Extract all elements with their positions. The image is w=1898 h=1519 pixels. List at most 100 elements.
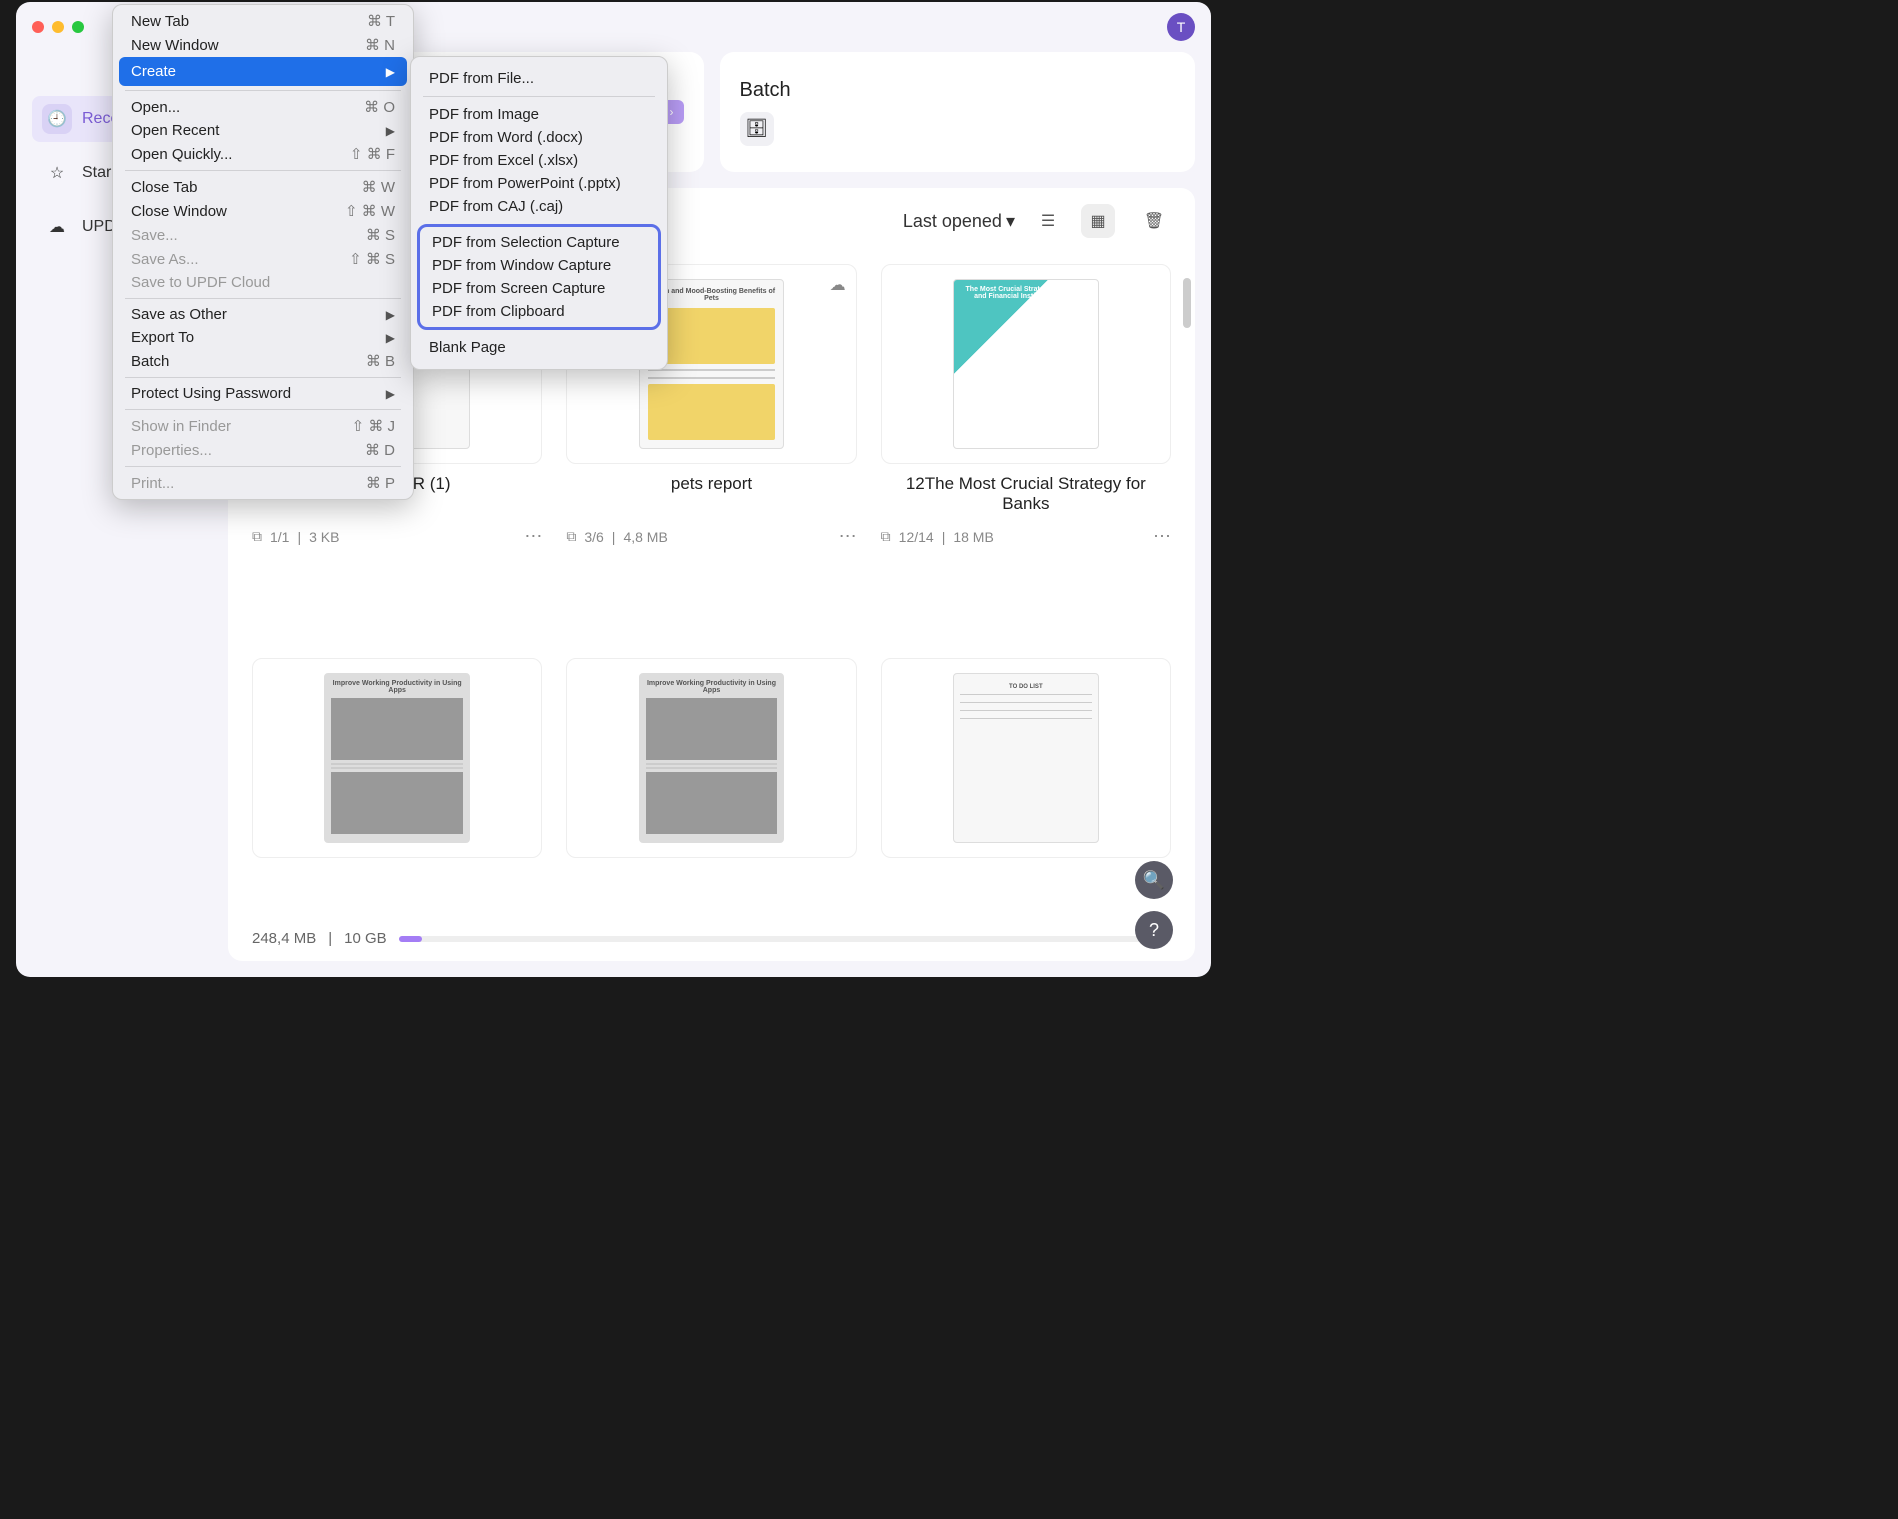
pages-icon: ⧉: [566, 528, 576, 545]
submenu-item[interactable]: PDF from Window Capture: [420, 254, 658, 277]
menu-item-label: Save to UPDF Cloud: [131, 274, 270, 291]
search-fab[interactable]: 🔍: [1135, 861, 1173, 899]
cloud-icon: ☁: [42, 212, 72, 242]
submenu-item[interactable]: PDF from PowerPoint (.pptx): [411, 172, 667, 195]
sort-dropdown[interactable]: Last opened ▾: [903, 211, 1015, 232]
pages-icon: ⧉: [252, 528, 262, 545]
menu-shortcut: ⌘ N: [365, 36, 395, 54]
batch-card[interactable]: Batch 🗄: [720, 52, 1196, 172]
submenu-item[interactable]: PDF from Word (.docx): [411, 126, 667, 149]
submenu-item[interactable]: PDF from Screen Capture: [420, 277, 658, 300]
clock-icon: 🕘: [42, 104, 72, 134]
capture-options-highlight: PDF from Selection CapturePDF from Windo…: [417, 224, 661, 330]
grid-view-button[interactable]: ▦: [1081, 204, 1115, 238]
menu-shortcut: ⇧ ⌘ W: [345, 202, 395, 220]
menu-item-close-tab[interactable]: Close Tab⌘ W: [113, 175, 413, 199]
menu-item-open[interactable]: Open... ⌘ O: [113, 95, 413, 119]
minimize-window-button[interactable]: [52, 21, 64, 33]
doc-meta: ⧉ 1/1 | 3 KB ⋯: [252, 526, 542, 547]
menu-item-label: Batch: [131, 353, 169, 370]
menu-shortcut: ⌘ B: [366, 352, 395, 370]
doc-size: 4,8 MB: [623, 529, 667, 545]
trash-button[interactable]: 🗑: [1137, 204, 1171, 238]
menu-item-label: Close Window: [131, 203, 227, 220]
doc-pages: 3/6: [584, 529, 603, 545]
menu-item-label: Print...: [131, 475, 174, 492]
chevron-right-icon: ▶: [386, 124, 395, 138]
doc-thumbnail: TO DO LIST: [881, 658, 1171, 858]
submenu-item[interactable]: PDF from Image: [411, 103, 667, 126]
menu-item-save-as: Save As...⇧ ⌘ S: [113, 247, 413, 271]
floating-buttons: 🔍 ?: [1135, 861, 1173, 949]
menu-item-label: Show in Finder: [131, 418, 231, 435]
scrollbar-thumb[interactable]: [1183, 278, 1191, 328]
document-tile[interactable]: Improve Working Productivity in Using Ap…: [252, 658, 542, 945]
menu-item-new-tab[interactable]: New Tab ⌘ T: [113, 9, 413, 33]
menu-shortcut: ⌘ O: [364, 98, 395, 116]
file-menu: New Tab ⌘ T New Window ⌘ N Create ▶ Open... ⌘ O…: [112, 4, 414, 500]
user-avatar[interactable]: T: [1167, 13, 1195, 41]
create-submenu: PDF from File... PDF from ImagePDF from …: [410, 56, 668, 370]
cloud-icon: ☁: [830, 275, 846, 295]
menu-item-label: Export To: [131, 329, 194, 346]
menu-item-label: Properties...: [131, 442, 212, 459]
star-icon: ☆: [42, 158, 72, 188]
chevron-right-icon: ▶: [386, 331, 395, 345]
menu-item-new-window[interactable]: New Window ⌘ N: [113, 33, 413, 57]
list-view-button[interactable]: ☰: [1031, 204, 1065, 238]
pages-icon: ⧉: [881, 528, 891, 545]
doc-title: pets report: [566, 474, 856, 518]
menu-item-batch[interactable]: Batch ⌘ B: [113, 349, 413, 373]
menu-item-export-to[interactable]: Export To ▶: [113, 326, 413, 349]
menu-item-protect-using-password[interactable]: Protect Using Password▶: [113, 382, 413, 405]
batch-icon: 🗄: [740, 112, 774, 146]
document-tile[interactable]: The Most Crucial Strategy for Banks and …: [881, 264, 1171, 634]
menu-item-label: New Window: [131, 37, 219, 54]
submenu-blank-page[interactable]: Blank Page: [411, 336, 667, 359]
document-tile[interactable]: Improve Working Productivity in Using Ap…: [566, 658, 856, 945]
storage-track: [399, 936, 1171, 942]
window-controls: [32, 21, 84, 33]
doc-meta: ⧉ 12/14 | 18 MB ⋯: [881, 526, 1171, 547]
menu-item-save-as-other[interactable]: Save as Other▶: [113, 303, 413, 326]
doc-pages: 1/1: [270, 529, 289, 545]
menu-item-label: Save as Other: [131, 306, 227, 323]
storage-used: 248,4 MB: [252, 930, 316, 947]
chevron-right-icon: ▶: [386, 387, 395, 401]
doc-more-button[interactable]: ⋯: [839, 526, 857, 547]
doc-title: 12The Most Crucial Strategy for Banks: [881, 474, 1171, 518]
menu-item-create[interactable]: Create ▶: [119, 57, 407, 86]
submenu-item[interactable]: PDF from Excel (.xlsx): [411, 149, 667, 172]
menu-item-open-recent[interactable]: Open Recent▶: [113, 119, 413, 142]
caret-down-icon: ▾: [1006, 211, 1015, 232]
menu-item-label: Save...: [131, 227, 178, 244]
help-fab[interactable]: ?: [1135, 911, 1173, 949]
submenu-item[interactable]: PDF from Selection Capture: [420, 231, 658, 254]
menu-item-label: Open...: [131, 99, 180, 116]
doc-size: 3 KB: [309, 529, 339, 545]
doc-thumbnail: Improve Working Productivity in Using Ap…: [252, 658, 542, 858]
menu-shortcut: ⇧ ⌘ S: [349, 250, 395, 268]
doc-more-button[interactable]: ⋯: [524, 526, 542, 547]
chevron-right-icon: ▶: [386, 65, 395, 79]
doc-more-button[interactable]: ⋯: [1153, 526, 1171, 547]
close-window-button[interactable]: [32, 21, 44, 33]
menu-shortcut: ⇧ ⌘ F: [350, 145, 395, 163]
submenu-item[interactable]: PDF from Clipboard: [420, 300, 658, 323]
submenu-pdf-from-file[interactable]: PDF from File...: [411, 67, 667, 90]
menu-item-open-quickly[interactable]: Open Quickly... ⇧ ⌘ F: [113, 142, 413, 166]
menu-item-label: New Tab: [131, 13, 189, 30]
maximize-window-button[interactable]: [72, 21, 84, 33]
menu-item-properties: Properties...⌘ D: [113, 438, 413, 462]
doc-thumbnail: Improve Working Productivity in Using Ap…: [566, 658, 856, 858]
submenu-item[interactable]: PDF from CAJ (.caj): [411, 195, 667, 218]
menu-item-save: Save... ⌘ S: [113, 223, 413, 247]
menu-item-close-window[interactable]: Close Window ⇧ ⌘ W: [113, 199, 413, 223]
document-tile[interactable]: TO DO LIST: [881, 658, 1171, 945]
storage-total: 10 GB: [344, 930, 387, 947]
menu-shortcut: ⌘ S: [366, 226, 395, 244]
menu-item-label: Open Quickly...: [131, 146, 232, 163]
storage-bar: 248,4 MB | 10 GB: [252, 930, 1171, 947]
menu-shortcut: ⌘ T: [367, 12, 395, 30]
menu-item-label: Create: [131, 63, 176, 80]
